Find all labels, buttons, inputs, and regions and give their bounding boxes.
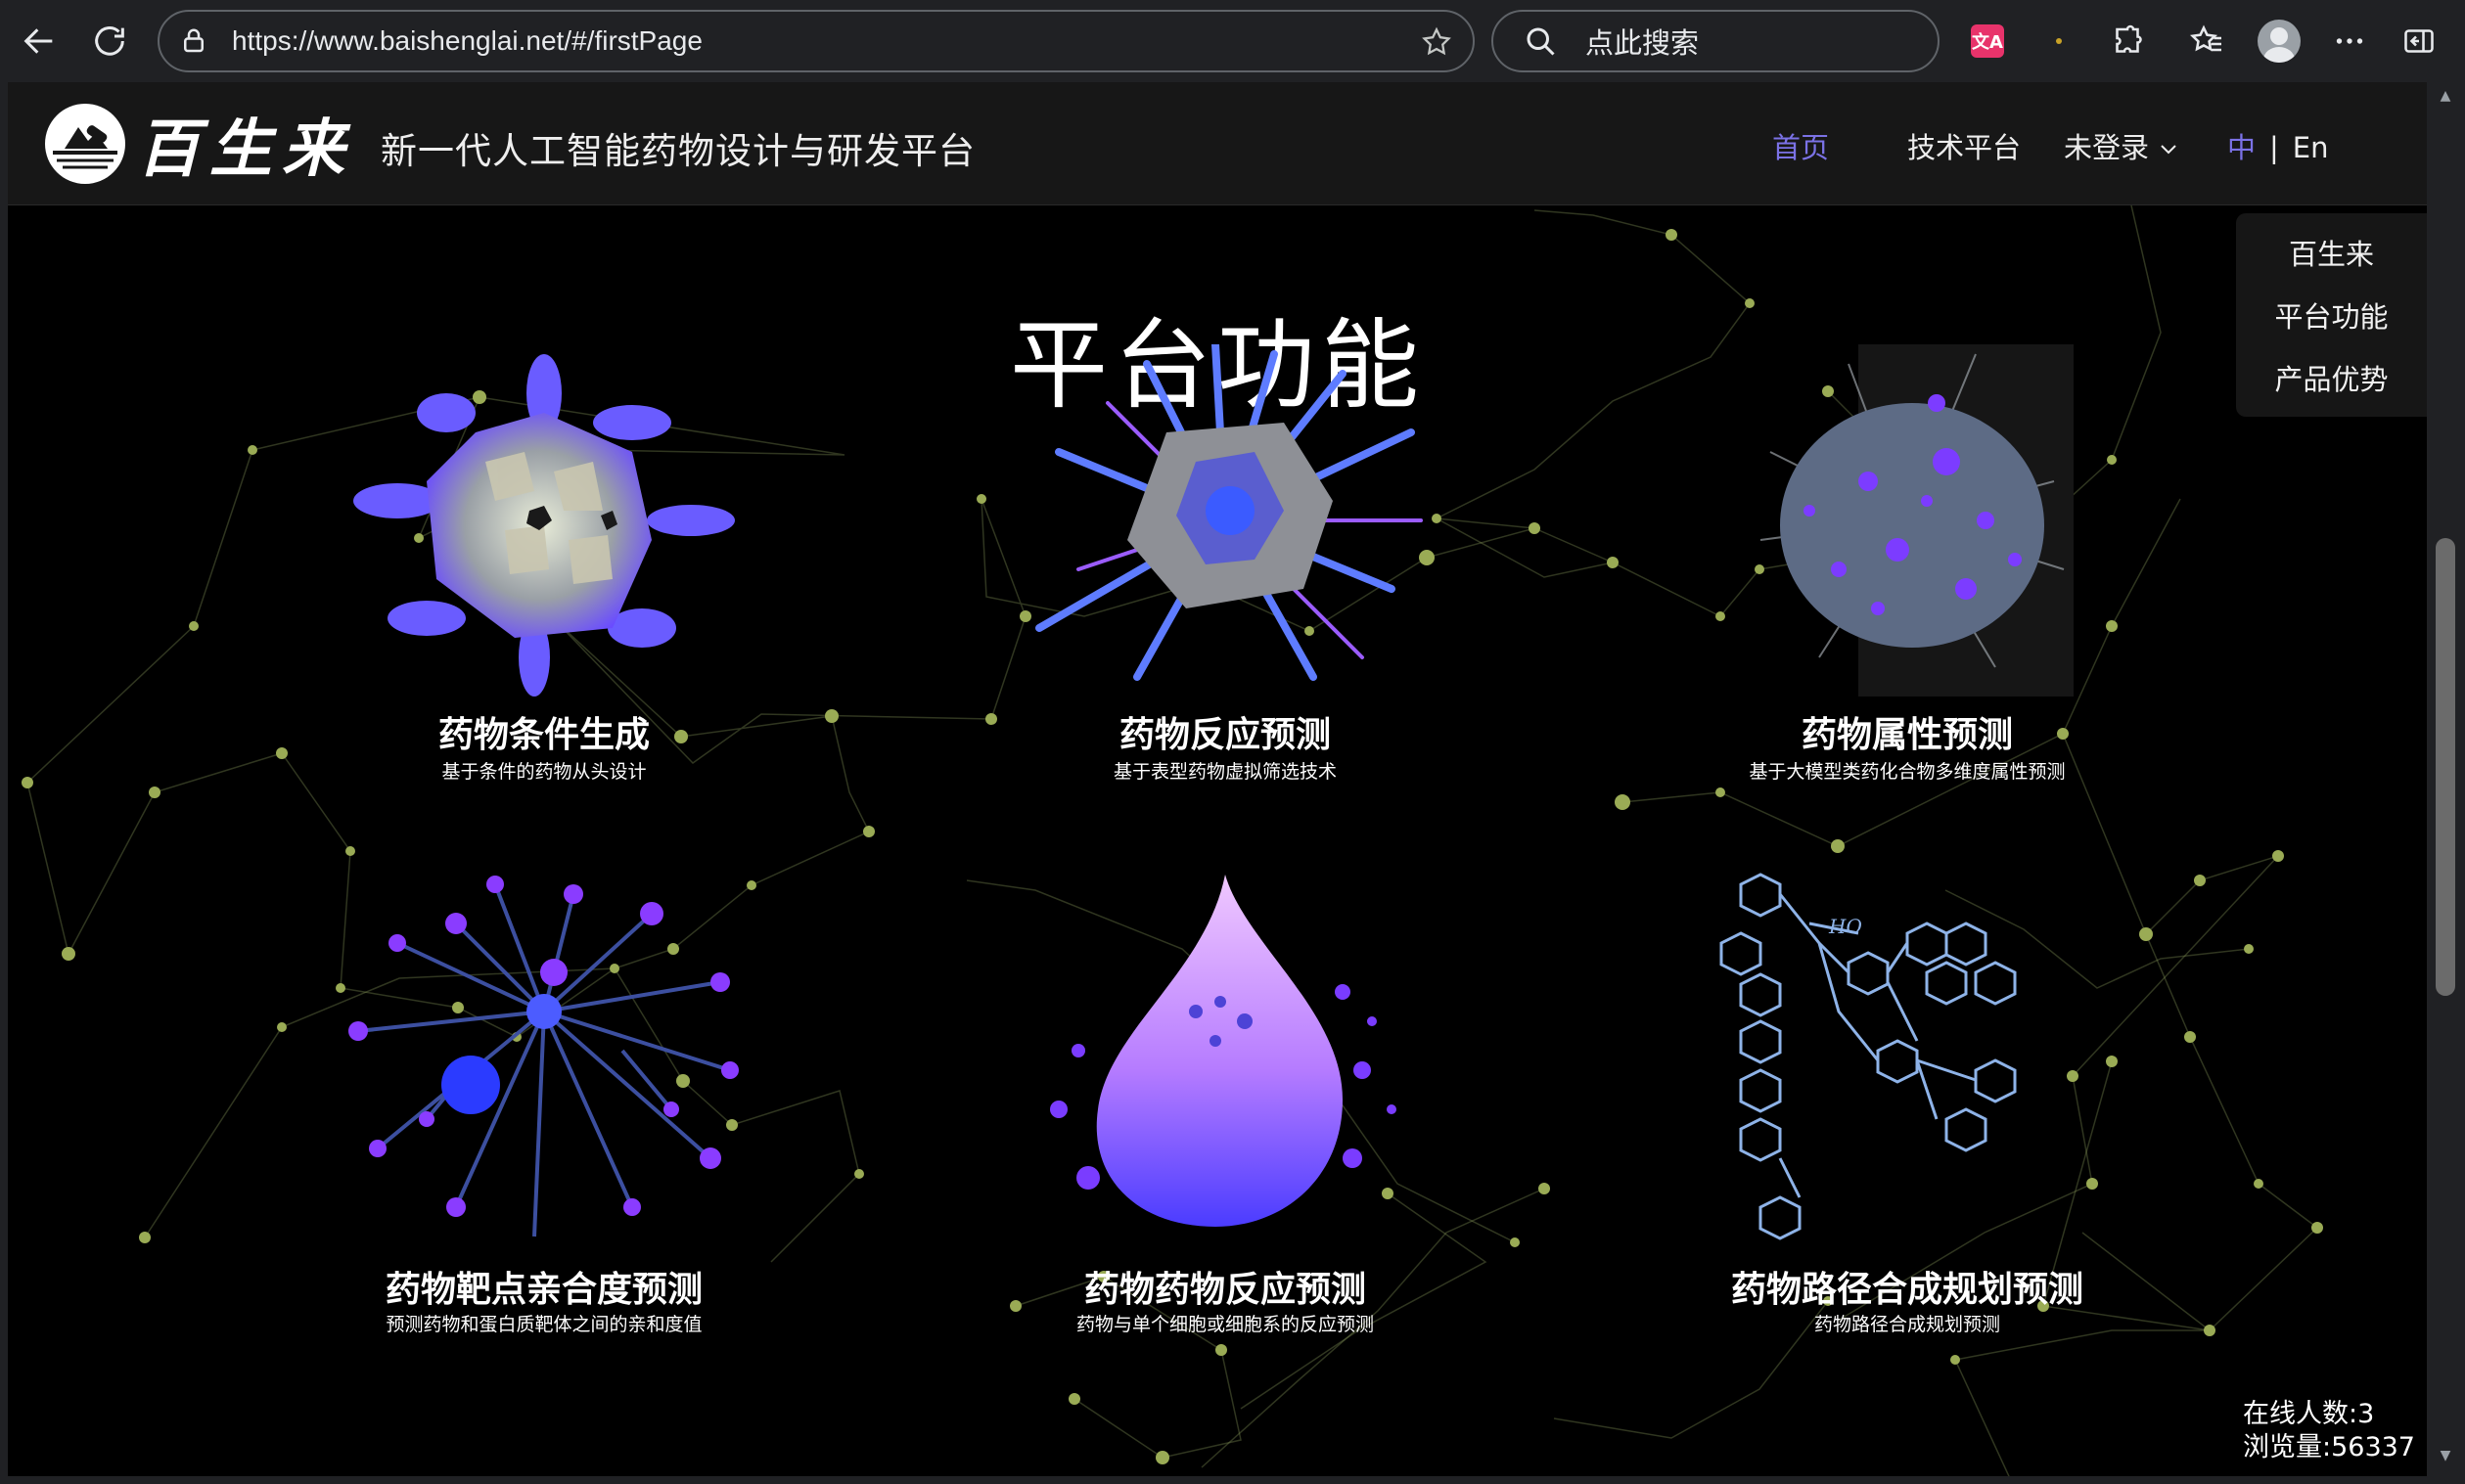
card-title: 药物条件生成 (437, 715, 650, 755)
molecule-droplet-icon (1050, 875, 1396, 1227)
extensions-puzzle-icon[interactable] (2106, 20, 2149, 63)
extension-dot-icon[interactable] (2037, 20, 2080, 63)
scroll-down-arrow-icon[interactable]: ▼ (2436, 1448, 2455, 1467)
card-subtitle: 药物路径合成规划预测 (1813, 1314, 2000, 1335)
refresh-icon[interactable] (82, 14, 137, 68)
molecule-network-icon (348, 876, 739, 1237)
molecule-spiky-icon (1035, 344, 1423, 681)
page-viewport: 百生来 新一代人工智能药物设计与研发平台 首页 技术平台 未登录 中 | En 百生… (8, 82, 2427, 1476)
lang-zh-link[interactable]: 中 (2227, 131, 2256, 164)
molecule-splash-icon (1759, 344, 2074, 697)
nav-home[interactable]: 首页 (1772, 125, 1829, 166)
card-title: 药物路径合成规划预测 (1730, 1270, 2083, 1310)
feature-card-conditional-generation[interactable]: 药物条件生成 基于条件的药物从头设计 (290, 344, 799, 941)
language-switch: 中 | En (2227, 125, 2329, 166)
translate-icon[interactable]: 文A (1966, 20, 2009, 63)
ho-label: HO (1828, 915, 1862, 938)
nav-login-dropdown[interactable]: 未登录 (2064, 125, 2180, 166)
lock-icon[interactable] (179, 26, 208, 56)
feature-card-target-affinity[interactable]: 药物靶点亲合度预测 预测药物和蛋白质靶体之间的亲和度值 (290, 865, 799, 1476)
card-title: 药物反应预测 (1118, 715, 1331, 755)
search-box[interactable]: 点此搜索 (1491, 10, 1940, 72)
scrollbar-thumb[interactable] (2436, 538, 2455, 996)
feature-card-drug-response[interactable]: 药物反应预测 基于表型药物虚拟筛选技术 (971, 344, 1480, 941)
logo-emblem-icon (45, 104, 125, 184)
search-icon (1527, 27, 1555, 56)
browser-toolbar: https://www.baishenglai.net/#/firstPage … (0, 0, 2465, 82)
view-count: 浏览量:56337 (2243, 1432, 2415, 1462)
logo-text: 百生来 (137, 112, 354, 186)
feature-card-drug-drug-response[interactable]: 药物药物反应预测 药物与单个细胞或细胞系的反应预测 (971, 865, 1480, 1476)
feature-card-synthesis-planning[interactable]: HO 药物路径合成规划预测 药物路径合成规划预测 (1653, 865, 2162, 1476)
more-menu-icon[interactable] (2328, 20, 2371, 63)
site-title: 新一代人工智能药物设计与研发平台 (381, 130, 976, 172)
feature-card-property-prediction[interactable]: 药物属性预测 基于大模型类药化合物多维度属性预测 (1653, 344, 2162, 941)
search-placeholder: 点此搜索 (1585, 26, 1700, 60)
favorites-icon[interactable] (2185, 20, 2228, 63)
site-stats: 在线人数:3 浏览量:56337 (2243, 1398, 2415, 1464)
site-logo[interactable]: 百生来 (43, 102, 354, 186)
back-icon[interactable] (12, 14, 67, 68)
login-label: 未登录 (2064, 131, 2150, 164)
anchor-item-platform-functions[interactable]: 平台功能 (2274, 294, 2388, 336)
lang-en-link[interactable]: En (2293, 131, 2329, 164)
molecule-crystal-icon (353, 354, 735, 697)
address-bar[interactable]: https://www.baishenglai.net/#/firstPage (158, 10, 1475, 72)
card-subtitle: 基于大模型类药化合物多维度属性预测 (1749, 761, 2066, 783)
card-title: 药物属性预测 (1801, 715, 2013, 755)
chemical-structure-icon: HO (1719, 873, 2017, 1240)
card-subtitle: 基于表型药物虚拟筛选技术 (1113, 761, 1337, 783)
url-text: https://www.baishenglai.net/#/firstPage (232, 25, 703, 56)
lang-separator: | (2269, 131, 2279, 164)
online-count: 在线人数:3 (2243, 1399, 2375, 1429)
sidebar-toggle-icon[interactable] (2397, 20, 2441, 63)
scroll-up-arrow-icon[interactable]: ▲ (2436, 88, 2455, 108)
chevron-down-icon (2161, 145, 2176, 155)
card-subtitle: 基于条件的药物从头设计 (441, 761, 647, 783)
card-title: 药物靶点亲合度预测 (385, 1270, 703, 1310)
nav-tech-platform[interactable]: 技术平台 (1907, 125, 2021, 166)
card-subtitle: 预测药物和蛋白质靶体之间的亲和度值 (386, 1314, 703, 1335)
card-title: 药物药物反应预测 (1083, 1270, 1366, 1310)
anchor-menu: 百生来 平台功能 产品优势 (2236, 213, 2427, 417)
card-subtitle: 药物与单个细胞或细胞系的反应预测 (1075, 1314, 1374, 1335)
anchor-item-product-advantages[interactable]: 产品优势 (2274, 357, 2388, 398)
site-header: 百生来 新一代人工智能药物设计与研发平台 首页 技术平台 未登录 中 | En (8, 82, 2427, 205)
anchor-item-baishenglai[interactable]: 百生来 (2289, 232, 2374, 273)
favorite-star-icon[interactable] (1420, 25, 1453, 59)
profile-avatar[interactable] (2258, 20, 2301, 63)
